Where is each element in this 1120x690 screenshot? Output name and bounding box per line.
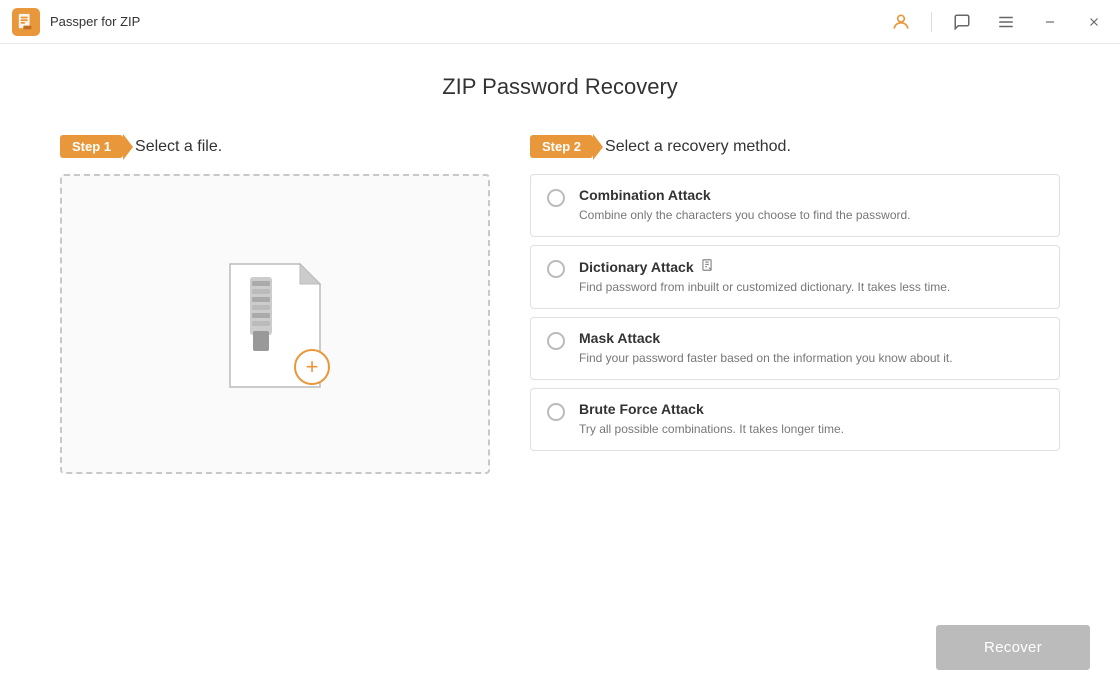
add-file-button[interactable]: + xyxy=(294,349,330,385)
main-content: ZIP Password Recovery Step 1 Select a fi… xyxy=(0,44,1120,494)
method-name-dictionary: Dictionary Attack xyxy=(579,258,950,275)
app-logo xyxy=(12,8,40,36)
step2-badge: Step 2 xyxy=(530,135,593,158)
method-list: Combination Attack Combine only the char… xyxy=(530,174,1060,451)
step2-column: Step 2 Select a recovery method. Combina… xyxy=(530,135,1060,451)
recover-button[interactable]: Recover xyxy=(936,625,1090,670)
step2-label: Select a recovery method. xyxy=(605,138,791,156)
chat-button[interactable] xyxy=(948,8,976,36)
method-desc-dictionary: Find password from inbuilt or customized… xyxy=(579,278,950,296)
radio-dictionary[interactable] xyxy=(547,260,565,278)
method-brute-force[interactable]: Brute Force Attack Try all possible comb… xyxy=(530,388,1060,451)
method-name-brute-force: Brute Force Attack xyxy=(579,401,844,417)
menu-button[interactable] xyxy=(992,8,1020,36)
step1-label: Select a file. xyxy=(135,138,222,156)
method-desc-mask: Find your password faster based on the i… xyxy=(579,349,953,367)
close-button[interactable] xyxy=(1080,8,1108,36)
step1-badge: Step 1 xyxy=(60,135,123,158)
method-desc-brute-force: Try all possible combinations. It takes … xyxy=(579,420,844,438)
app-title: Passper for ZIP xyxy=(50,14,887,29)
page-title: ZIP Password Recovery xyxy=(60,74,1060,100)
file-drop-zone[interactable]: + xyxy=(60,174,490,474)
zip-file-icon: + xyxy=(220,259,330,389)
step1-column: Step 1 Select a file. xyxy=(60,135,490,474)
radio-mask[interactable] xyxy=(547,332,565,350)
logo-icon xyxy=(17,13,35,31)
minimize-button[interactable] xyxy=(1036,8,1064,36)
steps-container: Step 1 Select a file. xyxy=(60,135,1060,474)
dictionary-external-icon xyxy=(700,258,714,275)
radio-brute-force[interactable] xyxy=(547,403,565,421)
title-bar: Passper for ZIP xyxy=(0,0,1120,44)
account-button[interactable] xyxy=(887,8,915,36)
radio-combination[interactable] xyxy=(547,189,565,207)
recover-btn-row: Recover xyxy=(936,625,1090,670)
step2-header: Step 2 Select a recovery method. xyxy=(530,135,1060,158)
method-combination[interactable]: Combination Attack Combine only the char… xyxy=(530,174,1060,237)
window-controls xyxy=(887,8,1108,36)
method-name-combination: Combination Attack xyxy=(579,187,911,203)
method-mask[interactable]: Mask Attack Find your password faster ba… xyxy=(530,317,1060,380)
method-dictionary[interactable]: Dictionary Attack xyxy=(530,245,1060,309)
method-desc-combination: Combine only the characters you choose t… xyxy=(579,206,911,224)
divider xyxy=(931,12,932,32)
method-name-mask: Mask Attack xyxy=(579,330,953,346)
step1-header: Step 1 Select a file. xyxy=(60,135,490,158)
